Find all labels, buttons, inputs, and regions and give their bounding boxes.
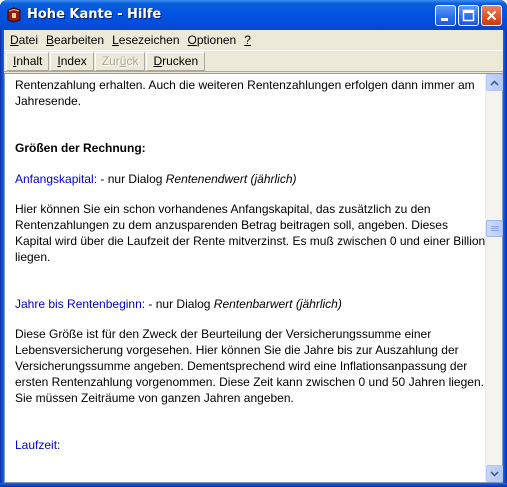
- window-client-area: Datei Bearbeiten Lesezeichen Optionen ? …: [4, 30, 503, 483]
- menu-datei-label: atei: [18, 33, 39, 47]
- menu-bearbeiten[interactable]: Bearbeiten: [42, 30, 108, 50]
- term-line-anfangskapital: Anfangskapital: - nur Dialog Rentenendwe…: [15, 171, 486, 187]
- menu-help[interactable]: ?: [240, 30, 255, 50]
- term-dialog-anfangskapital: Rentenendwert (jährlich): [165, 172, 297, 186]
- scroll-down-button[interactable]: [486, 465, 503, 482]
- drucken-mnemonic: D: [153, 53, 163, 68]
- term-link-anfangskapital[interactable]: Anfangskapital:: [15, 172, 97, 186]
- menu-bearbeiten-label: earbeiten: [54, 33, 105, 47]
- zurueck-label-pre: Zur: [101, 53, 120, 68]
- button-bar: Inhalt Index Zurück Drucken: [4, 50, 503, 72]
- intro-paragraph: Rentenzahlung erhalten. Auch die weitere…: [15, 78, 475, 108]
- menu-optionen-label: ptionen: [196, 33, 237, 47]
- zurueck-label-post: ck: [126, 53, 139, 68]
- term-dialog-jahre: Rentenbarwert (jährlich): [213, 297, 342, 311]
- menu-bearbeiten-mnemonic: B: [46, 33, 55, 47]
- minimize-icon: [441, 18, 448, 21]
- chevron-up-icon: [490, 79, 499, 86]
- drucken-label: rucken: [162, 53, 199, 68]
- term-line-jahre: Jahre bis Rentenbeginn: - nur Dialog Ren…: [15, 296, 486, 312]
- inhalt-button[interactable]: Inhalt: [6, 51, 50, 71]
- term-line-laufzeit: Laufzeit:: [15, 437, 486, 453]
- inhalt-label: nhalt: [16, 53, 43, 68]
- menu-help-mnemonic: ?: [244, 33, 251, 47]
- maximize-icon: [462, 9, 475, 22]
- term-sep-anfangskapital: - nur Dialog: [97, 172, 166, 186]
- menu-lesezeichen-mnemonic: L: [112, 33, 119, 47]
- menu-lesezeichen-label: esezeichen: [118, 33, 180, 47]
- help-text: Rentenzahlung erhalten. Auch die weitere…: [5, 74, 486, 482]
- menu-bar: Datei Bearbeiten Lesezeichen Optionen ?: [4, 30, 503, 50]
- zurueck-button[interactable]: Zurück: [94, 51, 146, 71]
- section-heading: Größen der Rechnung:: [15, 141, 146, 155]
- index-label: ndex: [60, 53, 87, 68]
- chevron-down-icon: [490, 470, 499, 477]
- help-book-icon: [7, 7, 21, 23]
- scroll-thumb[interactable]: [486, 220, 503, 237]
- title-bar[interactable]: Hohe Kante - Hilfe: [0, 0, 507, 30]
- thumb-grip-line: [491, 228, 499, 229]
- minimize-button[interactable]: [435, 5, 456, 26]
- maximize-button[interactable]: [458, 5, 479, 26]
- close-button[interactable]: [481, 5, 502, 26]
- vertical-scrollbar[interactable]: [485, 74, 503, 482]
- help-window: Hohe Kante - Hilfe Datei Bearbeiten Lese…: [0, 0, 507, 487]
- window-frame-bottom: [0, 483, 507, 487]
- menu-datei[interactable]: Datei: [6, 30, 42, 50]
- term-link-laufzeit[interactable]: Laufzeit:: [15, 438, 60, 452]
- menu-optionen[interactable]: Optionen: [184, 30, 241, 50]
- text-anfangskapital: Hier können Sie ein schon vorhandenes An…: [15, 202, 486, 264]
- menu-optionen-mnemonic: O: [187, 33, 197, 47]
- index-button[interactable]: Index: [50, 51, 94, 71]
- window-frame-right: [503, 30, 507, 487]
- term-sep-jahre: - nur Dialog: [145, 297, 214, 311]
- menu-datei-mnemonic: D: [10, 33, 19, 47]
- thumb-grip-line: [491, 230, 499, 231]
- text-jahre: Diese Größe ist für den Zweck der Beurte…: [15, 327, 484, 405]
- window-title: Hohe Kante - Hilfe: [27, 7, 162, 22]
- term-link-jahre[interactable]: Jahre bis Rentenbeginn:: [15, 297, 145, 311]
- scroll-up-button[interactable]: [486, 74, 503, 91]
- drucken-button[interactable]: Drucken: [146, 51, 206, 71]
- thumb-grip-line: [491, 226, 499, 227]
- close-icon: [486, 10, 497, 21]
- help-content-pane[interactable]: Rentenzahlung erhalten. Auch die weitere…: [4, 73, 503, 483]
- menu-lesezeichen[interactable]: Lesezeichen: [108, 30, 183, 50]
